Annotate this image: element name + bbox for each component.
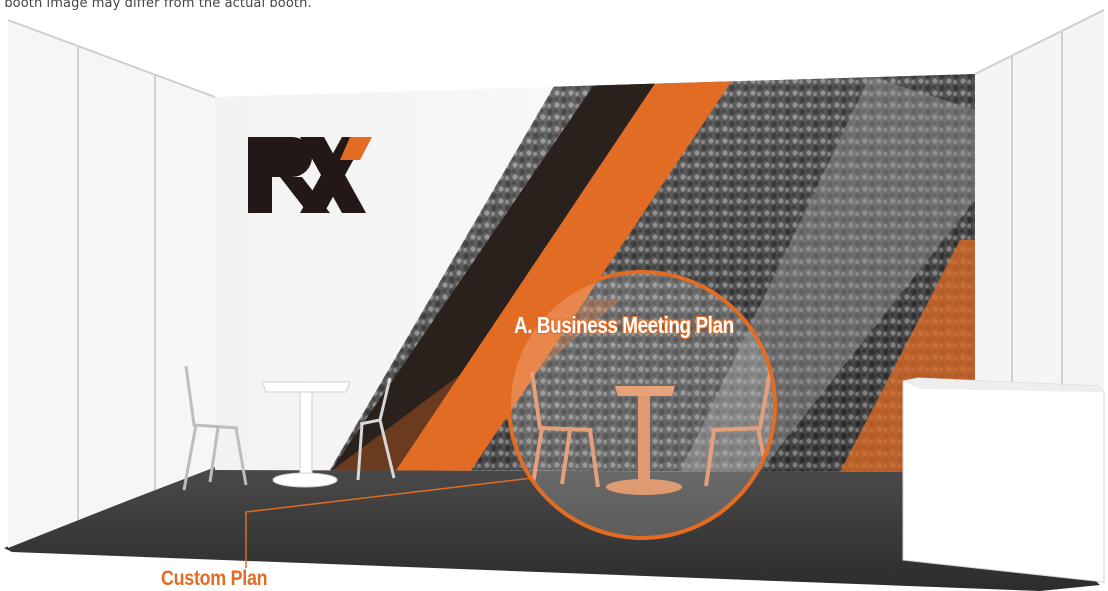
booth-illustration bbox=[4, 9, 1105, 591]
left-side-wall bbox=[8, 20, 215, 548]
business-meeting-plan-label: A. Business Meeting Plan bbox=[514, 311, 735, 338]
custom-plan-label: Custom Plan bbox=[161, 567, 268, 590]
reception-counter bbox=[902, 377, 1105, 583]
